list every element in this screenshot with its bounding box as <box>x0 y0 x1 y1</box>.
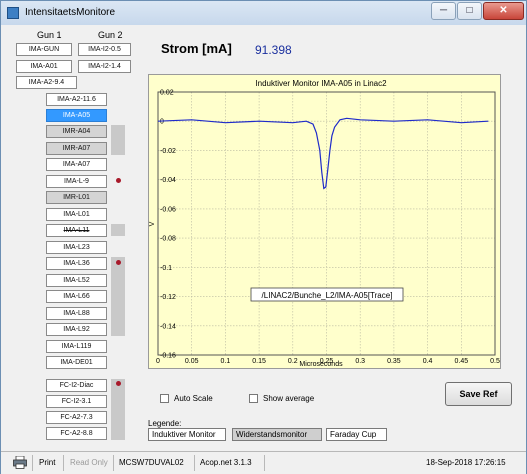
current-value: 91.398 <box>255 43 292 57</box>
printer-icon[interactable] <box>13 456 27 469</box>
gun1-header: Gun 1 <box>37 30 62 40</box>
y-tick-label: -0.16 <box>160 353 176 360</box>
monitor-button-ima-a2-9.4[interactable]: IMA-A2-9.4 <box>16 76 77 89</box>
monitor-button-ima-a2-11.6[interactable]: IMA-A2-11.6 <box>46 93 107 106</box>
x-tick-label: 0.2 <box>288 358 298 365</box>
close-button[interactable]: ✕ <box>483 2 524 20</box>
read-only-label: Read Only <box>70 458 108 467</box>
intensity-chart[interactable]: Induktiver Monitor IMA-A05 in Linac2 0 0.… <box>148 74 501 369</box>
legend-faraday-cup: Faraday Cup <box>326 428 387 441</box>
monitor-button-fc-a2-8.8[interactable]: FC-A2-8.8 <box>46 427 107 440</box>
status-dot-icon <box>116 381 121 386</box>
monitor-button-ima-i2-1.4[interactable]: IMA-I2-1.4 <box>78 60 131 73</box>
monitor-button-ima-l01[interactable]: IMA-L01 <box>46 208 107 221</box>
monitor-button-ima-l92[interactable]: IMA-L92 <box>46 323 107 336</box>
y-tick-label: 0 <box>160 119 164 126</box>
x-tick-label: 0.5 <box>490 358 500 365</box>
legend-widerstandsmonitor: Widerstandsmonitor <box>232 428 322 441</box>
monitor-button-ima-gun[interactable]: IMA-GUN <box>16 43 72 56</box>
auto-scale-label: Auto Scale <box>174 394 213 403</box>
version-label: Acop.net 3.1.3 <box>200 458 252 467</box>
x-tick-label: 0.45 <box>454 358 468 365</box>
monitor-button-ima-l23[interactable]: IMA-L23 <box>46 241 107 254</box>
x-tick-label: 0.3 <box>355 358 365 365</box>
status-separator <box>113 455 114 471</box>
legend-label: Legende: <box>148 419 182 428</box>
y-tick-label: -0.08 <box>160 236 176 243</box>
monitor-button-ima-a05[interactable]: IMA-A05 <box>46 109 107 122</box>
group-indicator-bar <box>111 257 125 336</box>
status-separator <box>194 455 195 471</box>
monitor-button-ima-l52[interactable]: IMA-L52 <box>46 274 107 287</box>
current-label: Strom [mA] <box>161 41 232 56</box>
y-tick-label: -0.14 <box>160 323 176 330</box>
save-ref-button[interactable]: Save Ref <box>445 382 512 406</box>
status-bar: Print Read Only MCSW7DUVAL02 Acop.net 3.… <box>1 451 526 474</box>
x-tick-label: 0.05 <box>185 358 199 365</box>
status-separator <box>32 455 33 471</box>
trace-tooltip: /LINAC2/Bunche_L2/IMA-A05[Trace] <box>262 291 393 300</box>
status-dot-icon <box>116 260 121 265</box>
show-average-label: Show average <box>263 394 315 403</box>
x-tick-label: 0.1 <box>221 358 231 365</box>
y-tick-label: -0.06 <box>160 206 176 213</box>
monitor-button-ima-l119[interactable]: IMA-L119 <box>46 340 107 353</box>
monitor-button-ima-l36[interactable]: IMA-L36 <box>46 257 107 270</box>
monitor-button-ima-a01[interactable]: IMA-A01 <box>16 60 72 73</box>
y-tick-label: 0.02 <box>160 90 174 97</box>
monitor-button-fc-i2-diac[interactable]: FC-I2-Diac <box>46 379 107 392</box>
monitor-button-imr-a04[interactable]: IMR-A04 <box>46 125 107 138</box>
y-tick-label: -0.02 <box>160 148 176 155</box>
group-indicator-bar <box>111 125 125 155</box>
status-separator <box>63 455 64 471</box>
auto-scale-checkbox-box[interactable] <box>160 394 169 403</box>
monitor-button-ima-l88[interactable]: IMA-L88 <box>46 307 107 320</box>
group-indicator-bar <box>111 379 125 440</box>
window-title: IntensitaetsMonitore <box>25 7 116 18</box>
datetime-label: 18-Sep-2018 17:26:15 <box>426 458 506 467</box>
title-bar[interactable]: IntensitaetsMonitore ─ □ ✕ <box>1 1 526 25</box>
x-tick-label: 0.15 <box>252 358 266 365</box>
x-tick-label: 0.4 <box>423 358 433 365</box>
chart-ticks: 0 0.05 0.1 0.15 0.2 0.25 0.3 0.35 0.4 0.45 0.50.02… <box>156 90 500 366</box>
chart-title: Induktiver Monitor IMA-A05 in Linac2 <box>255 79 387 88</box>
auto-scale-checkbox[interactable]: Auto Scale <box>160 394 213 403</box>
monitor-button-ima-i2-0.5[interactable]: IMA-I2-0.5 <box>78 43 131 56</box>
status-separator <box>264 455 265 471</box>
gun2-header: Gun 2 <box>98 30 123 40</box>
monitor-button-fc-a2-7.3[interactable]: FC-A2-7.3 <box>46 411 107 424</box>
monitor-button-ima-a07[interactable]: IMA-A07 <box>46 158 107 171</box>
y-tick-label: -0.12 <box>160 294 176 301</box>
y-axis-label: V <box>149 221 156 226</box>
chart-series <box>157 117 489 190</box>
minimize-button[interactable]: ─ <box>431 2 456 20</box>
print-label[interactable]: Print <box>39 456 55 470</box>
maximize-button[interactable]: □ <box>457 2 482 20</box>
status-dot-icon <box>116 178 121 183</box>
monitor-button-imr-a07[interactable]: IMR-A07 <box>46 142 107 155</box>
x-tick-label: 0.35 <box>387 358 401 365</box>
monitor-button-imr-l01[interactable]: IMR-L01 <box>46 191 107 204</box>
y-tick-label: -0.1 <box>160 265 172 272</box>
x-axis-label: Microseconds <box>299 361 343 368</box>
legend-induktiver-monitor: Induktiver Monitor <box>148 428 226 441</box>
chart-grid <box>157 91 496 356</box>
y-tick-label: -0.04 <box>160 177 176 184</box>
app-icon <box>7 7 19 19</box>
main-window: IntensitaetsMonitore ─ □ ✕ Gun 1 Gun 2 I… <box>0 0 527 474</box>
group-indicator-bar <box>111 224 125 236</box>
show-average-checkbox-box[interactable] <box>249 394 258 403</box>
monitor-button-ima-de01[interactable]: IMA-DE01 <box>46 356 107 369</box>
monitor-button-ima-l11[interactable]: IMA-L11 <box>46 224 107 237</box>
monitor-button-ima-l-9[interactable]: IMA-L-9 <box>46 175 107 188</box>
monitor-button-ima-l66[interactable]: IMA-L66 <box>46 290 107 303</box>
show-average-checkbox[interactable]: Show average <box>249 394 314 403</box>
monitor-button-fc-i2-3.1[interactable]: FC-I2-3.1 <box>46 395 107 408</box>
series-line <box>157 117 489 190</box>
host-name: MCSW7DUVAL02 <box>119 458 184 467</box>
